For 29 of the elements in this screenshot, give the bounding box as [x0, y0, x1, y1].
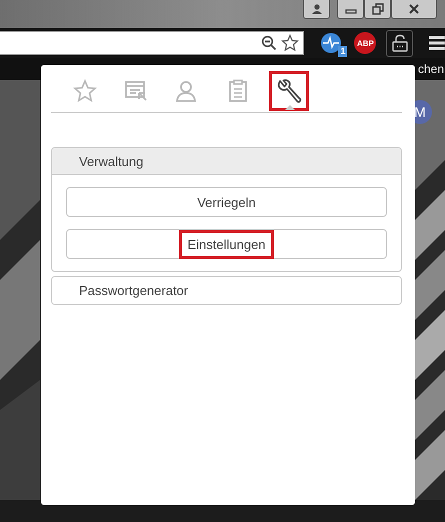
restore-button[interactable] — [364, 0, 391, 19]
tab[interactable] — [269, 71, 309, 111]
person-icon — [310, 3, 322, 15]
section-header[interactable]: Verwaltung — [52, 148, 401, 175]
star-icon[interactable] — [280, 34, 299, 52]
close-icon — [408, 3, 420, 15]
clipboard-icon — [226, 79, 250, 103]
person-icon — [175, 79, 199, 103]
zoom-out-icon[interactable] — [260, 35, 277, 51]
count-badge: 1 — [338, 46, 348, 57]
password-manager-button[interactable] — [386, 30, 414, 56]
adblock-button[interactable]: ABP — [354, 32, 376, 54]
pulse-icon — [320, 32, 342, 54]
button-label: Einstellungen — [179, 230, 274, 258]
menu-icon[interactable] — [429, 36, 445, 50]
action-button[interactable]: Einstellungen — [66, 229, 387, 259]
address-field[interactable] — [0, 31, 304, 55]
section-header[interactable]: Passwortgenerator — [52, 277, 401, 304]
wrench-icon — [276, 78, 302, 104]
padlock-icon — [390, 34, 409, 52]
star-icon — [73, 79, 97, 103]
restore-icon — [372, 3, 384, 15]
bookmark-item[interactable]: chen — [418, 62, 444, 76]
form-icon — [124, 79, 148, 103]
close-button[interactable] — [391, 0, 437, 19]
minimize-button[interactable] — [337, 0, 364, 19]
action-button[interactable]: Verriegeln — [66, 187, 387, 217]
profile-button[interactable] — [303, 0, 330, 19]
button-label: Verriegeln — [196, 194, 257, 212]
